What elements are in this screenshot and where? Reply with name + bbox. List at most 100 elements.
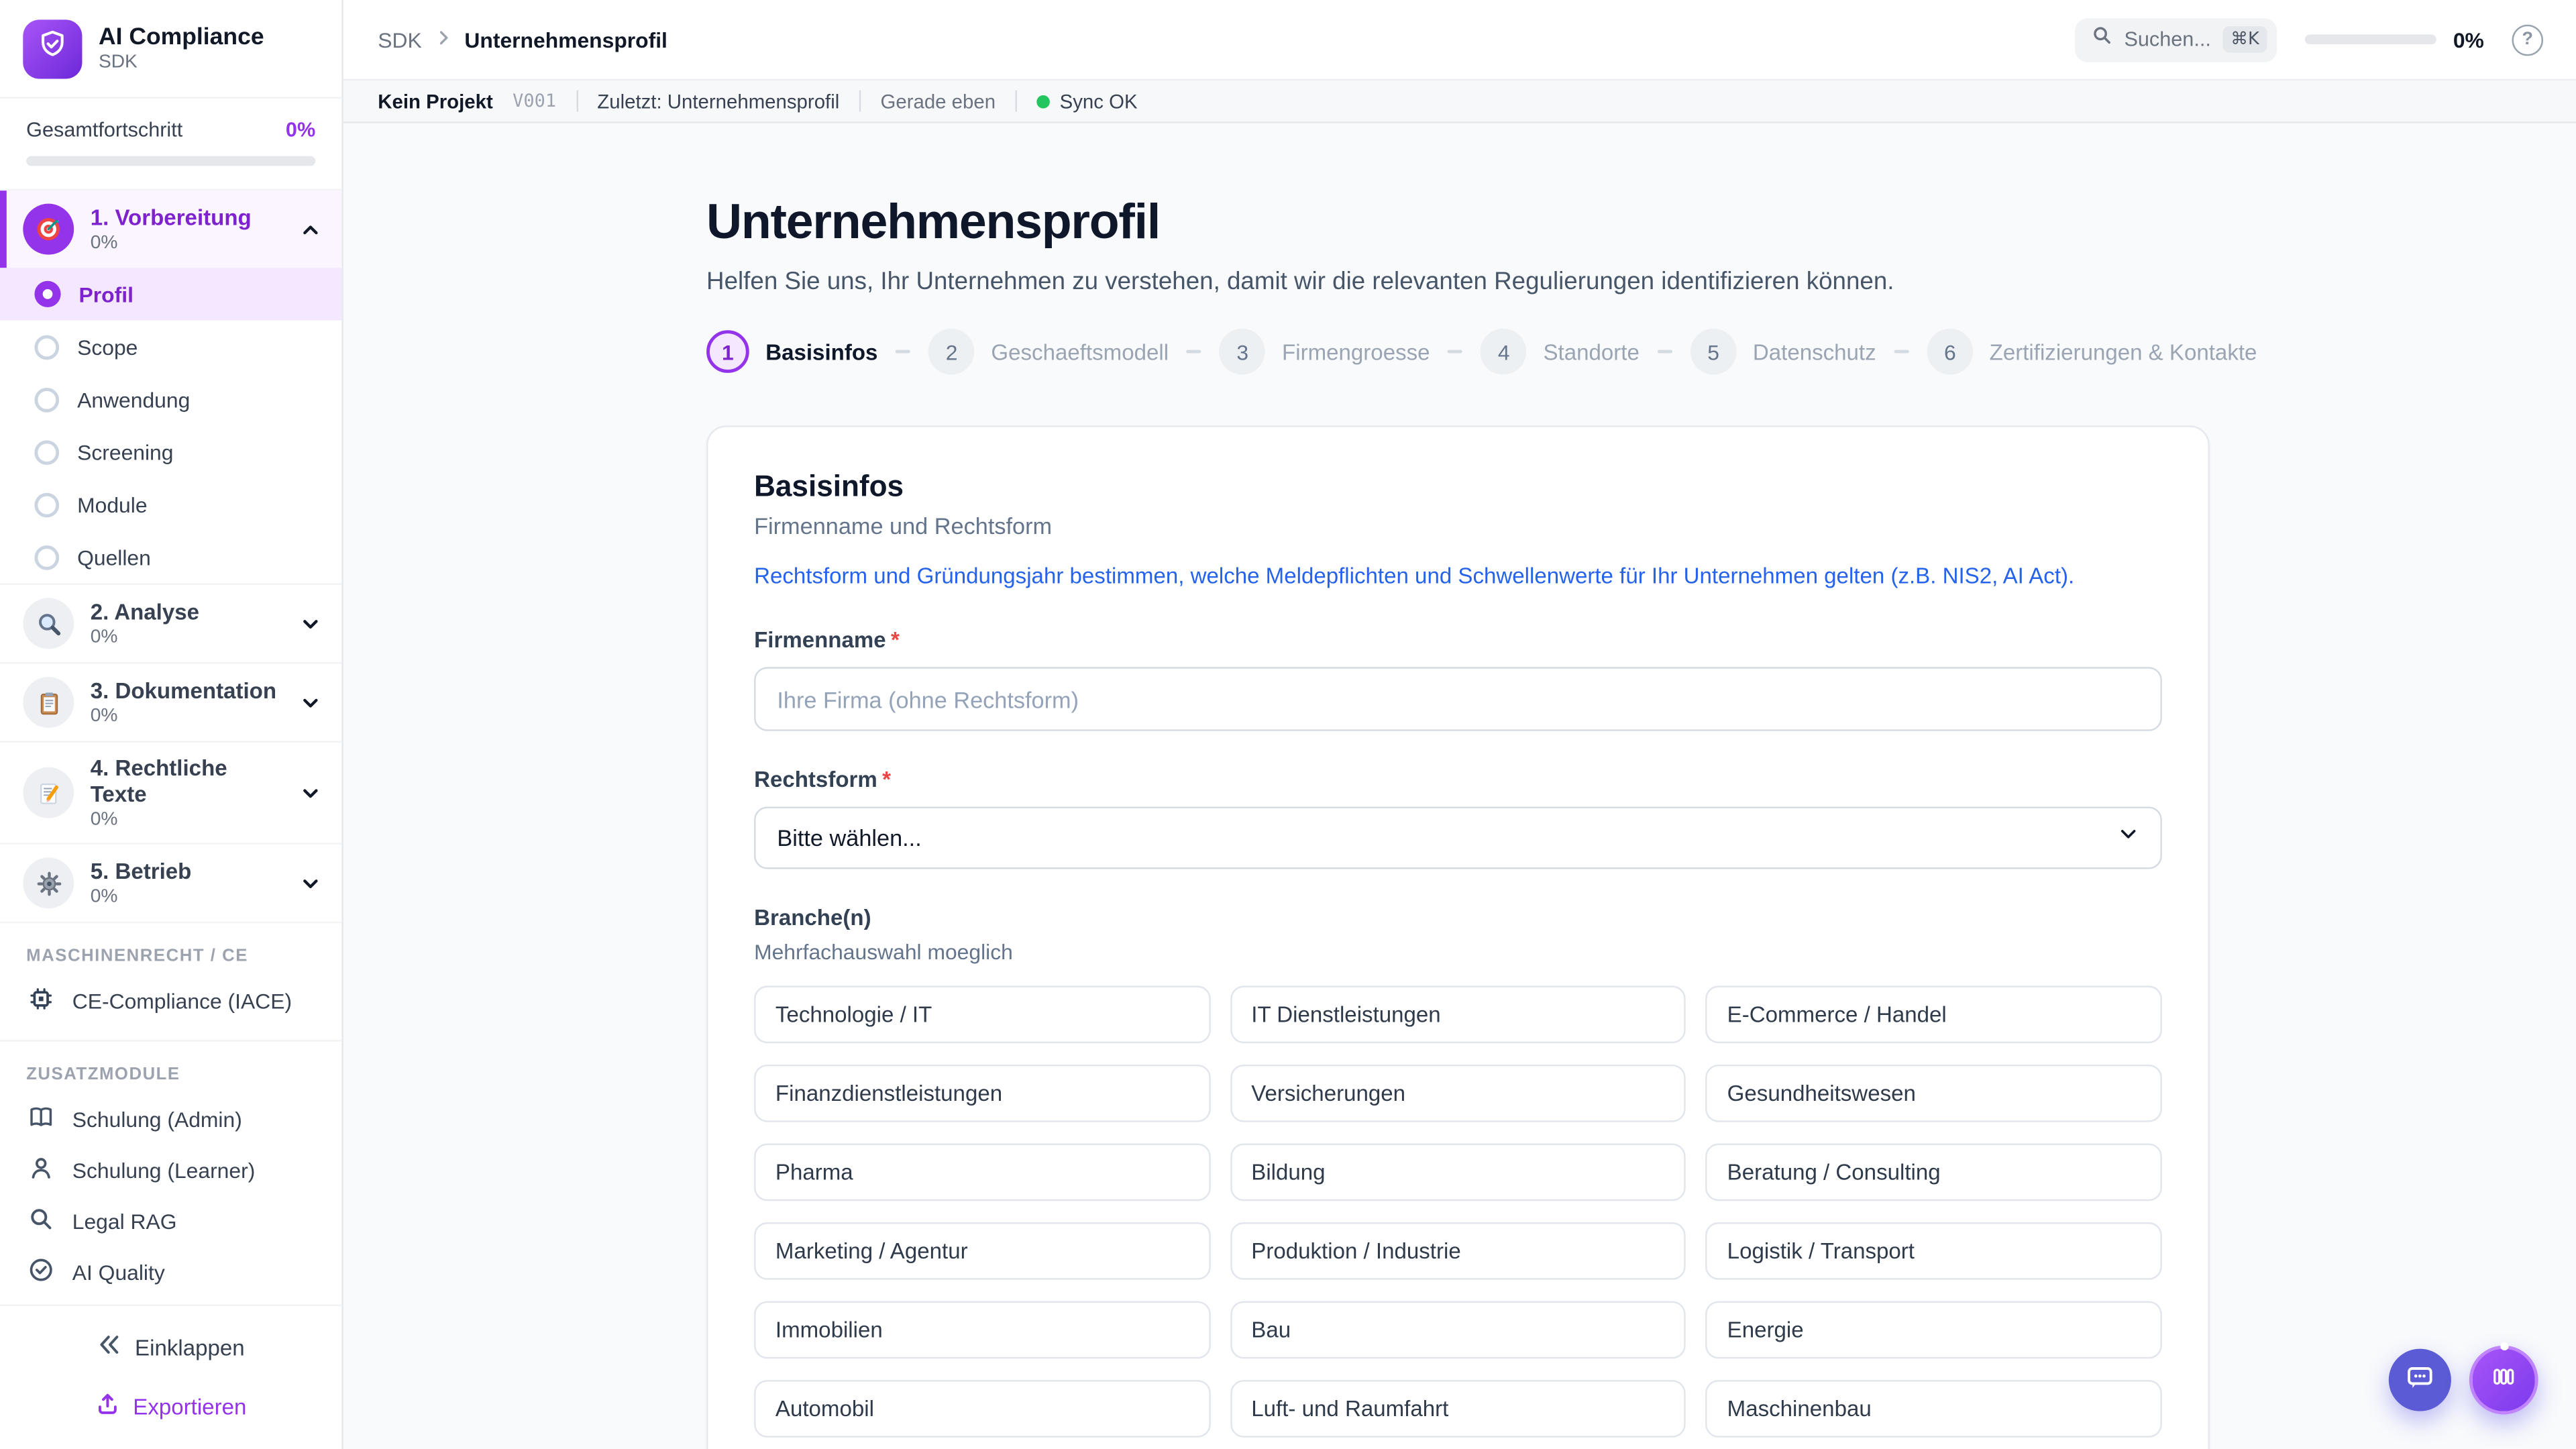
step-geschaeftsmodell[interactable]: 2Geschaeftsmodell: [928, 329, 1169, 375]
industry-button[interactable]: Immobilien: [754, 1301, 1210, 1359]
chat-fab[interactable]: [2389, 1349, 2451, 1411]
industry-button[interactable]: Automobil: [754, 1381, 1210, 1438]
step-basisinfos[interactable]: 1Basisinfos: [706, 330, 877, 373]
sidebar-item-quellen[interactable]: Quellen: [0, 531, 341, 583]
sidebar-item-screening[interactable]: Screening: [0, 425, 341, 478]
sidebar-item-schulung-learner[interactable]: Schulung (Learner): [0, 1146, 341, 1197]
industry-button[interactable]: Marketing / Agentur: [754, 1223, 1210, 1281]
sidebar-section-rechtliche-texte[interactable]: 4. Rechtliche Texte 0%: [0, 743, 341, 845]
search-placeholder: Suchen...: [2124, 28, 2210, 51]
sidebar-section-vorbereitung[interactable]: 1. Vorbereitung 0%: [0, 191, 341, 268]
mod-item-label: Schulung (Learner): [72, 1159, 256, 1183]
divider: [1015, 91, 1016, 112]
help-icon[interactable]: ?: [2512, 24, 2543, 56]
radio-icon: [34, 387, 59, 412]
step-standorte[interactable]: 4Standorte: [1481, 329, 1639, 375]
user-icon: [28, 1156, 54, 1187]
industry-button[interactable]: Gesundheitswesen: [1706, 1065, 2162, 1122]
chevron-down-icon: [299, 782, 322, 804]
step-separator: [1658, 350, 1672, 354]
breadcrumb-current: Unternehmensprofil: [464, 27, 667, 52]
basisinfos-card: Basisinfos Firmenname und Rechtsform Rec…: [706, 425, 2210, 1449]
subitem-label: Profil: [79, 282, 133, 307]
industry-label: Branche(n): [754, 906, 2162, 930]
step-number: 3: [1220, 329, 1266, 375]
step-label: Zertifizierungen & Kontakte: [1990, 339, 2257, 364]
chevron-down-icon: [299, 612, 322, 635]
overall-progress-value: 0%: [286, 118, 315, 141]
sidebar-item-legal-rag[interactable]: Legal RAG: [0, 1197, 341, 1248]
export-button[interactable]: Exportieren: [0, 1380, 341, 1432]
wizard-stepper: 1Basisinfos 2Geschaeftsmodell 3 Firmengro…: [706, 329, 2576, 375]
search-input[interactable]: Suchen... ⌘K: [2075, 17, 2277, 62]
industry-button[interactable]: Beratung / Consulting: [1706, 1144, 2162, 1201]
industry-button[interactable]: E-Commerce / Handel: [1706, 986, 2162, 1044]
industry-button[interactable]: Technologie / IT: [754, 986, 1210, 1044]
step-datenschutz[interactable]: 5Datenschutz: [1690, 329, 1876, 375]
header-progress-value: 0%: [2453, 27, 2484, 52]
magnifier-icon: [23, 598, 74, 649]
time-label: Gerade eben: [881, 89, 996, 112]
legal-form-select[interactable]: Bitte wählen...: [754, 807, 2162, 869]
step-label: Datenschutz: [1753, 339, 1876, 364]
header-progress-bar: [2305, 34, 2436, 44]
sidebar-item-module[interactable]: Module: [0, 478, 341, 531]
step-label: Firmengroesse: [1282, 339, 1430, 364]
app-name: AI Compliance: [99, 25, 264, 52]
collapse-sidebar-button[interactable]: Einklappen: [0, 1321, 341, 1373]
sidebar-nav: 1. Vorbereitung 0% Profil Scope Anwendun…: [0, 191, 341, 1304]
sidebar-item-ce-compliance[interactable]: CE-Compliance (IACE): [0, 977, 341, 1028]
sidebar-footer: Einklappen Exportieren: [0, 1304, 341, 1449]
step-separator: [1894, 350, 1909, 354]
company-name-label: Firmenname*: [754, 628, 2162, 653]
company-name-input[interactable]: [754, 667, 2162, 732]
step-separator: [1187, 350, 1201, 354]
chevron-up-icon: [299, 217, 322, 240]
sidebar-section-analyse[interactable]: 2. Analyse 0%: [0, 585, 341, 664]
mod-item-label: Legal RAG: [72, 1210, 177, 1234]
sidebar-item-scope[interactable]: Scope: [0, 321, 341, 373]
industry-button[interactable]: Bildung: [1230, 1144, 1686, 1201]
columns-fab[interactable]: [2469, 1346, 2538, 1415]
sidebar-item-ai-quality[interactable]: AI Quality: [0, 1248, 341, 1299]
card-subtitle: Firmenname und Rechtsform: [754, 513, 2162, 539]
industry-button[interactable]: Versicherungen: [1230, 1065, 1686, 1122]
industry-button[interactable]: Pharma: [754, 1144, 1210, 1201]
last-edited-label: Zuletzt: Unternehmensprofil: [597, 89, 839, 112]
industry-button[interactable]: Logistik / Transport: [1706, 1223, 2162, 1281]
step-firmengroesse[interactable]: 3 Firmengroesse: [1220, 329, 1430, 375]
industry-button[interactable]: Bau: [1230, 1301, 1686, 1359]
search-icon: [28, 1206, 54, 1238]
section-percent: 0%: [91, 233, 283, 253]
viewport: AI Compliance SDK Gesamtfortschritt 0% 1…: [0, 0, 2576, 1449]
app-title-block: AI Compliance SDK: [99, 25, 264, 72]
memo-icon: [23, 767, 74, 818]
step-zertifizierungen[interactable]: 6 Zertifizierungen & Kontakte: [1927, 329, 2257, 375]
industry-button[interactable]: Energie: [1706, 1301, 2162, 1359]
radio-icon: [34, 492, 59, 517]
section-title: 5. Betrieb: [91, 860, 283, 887]
required-asterisk: *: [882, 767, 891, 792]
industry-button[interactable]: Produktion / Industrie: [1230, 1223, 1686, 1281]
sidebar-item-anwendung[interactable]: Anwendung: [0, 373, 341, 425]
search-icon: [2092, 25, 2113, 54]
upload-icon: [95, 1391, 120, 1421]
industry-button[interactable]: IT Dienstleistungen: [1230, 986, 1686, 1044]
industry-button[interactable]: Luft- und Raumfahrt: [1230, 1381, 1686, 1438]
industry-grid: Technologie / IT IT Dienstleistungen E-Com…: [754, 986, 2162, 1438]
step-number: 6: [1927, 329, 1974, 375]
sidebar-item-schulung-admin[interactable]: Schulung (Admin): [0, 1095, 341, 1146]
sidebar-section-dokumentation[interactable]: 3. Dokumentation 0%: [0, 663, 341, 743]
sidebar-item-profil[interactable]: Profil: [0, 268, 341, 320]
sidebar-header: AI Compliance SDK: [0, 0, 341, 99]
breadcrumb-sdk[interactable]: SDK: [378, 27, 421, 52]
section-percent: 0%: [91, 888, 283, 908]
radio-icon: [34, 439, 59, 464]
sidebar-section-betrieb[interactable]: 5. Betrieb 0%: [0, 845, 341, 924]
industry-button[interactable]: Finanzdienstleistungen: [754, 1065, 1210, 1122]
radio-icon: [34, 545, 59, 570]
required-asterisk: *: [891, 628, 900, 653]
step-label: Geschaeftsmodell: [991, 339, 1169, 364]
industry-button[interactable]: Maschinenbau: [1706, 1381, 2162, 1438]
section-percent: 0%: [91, 706, 283, 726]
